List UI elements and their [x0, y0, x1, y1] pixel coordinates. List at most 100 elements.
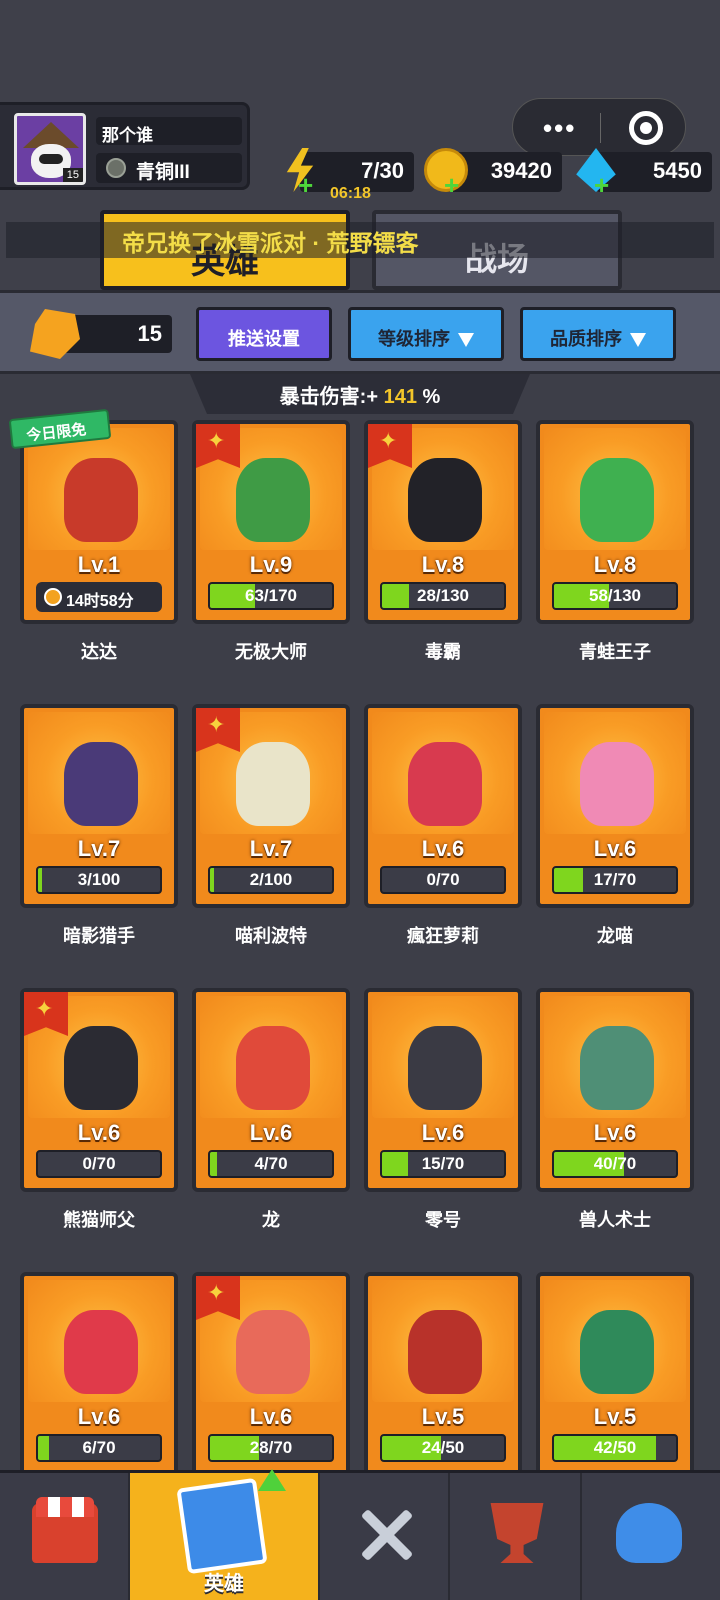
hero-progress-text: 58/130 [589, 586, 641, 605]
hero-card[interactable]: Lv.5 42/50 [536, 1272, 694, 1476]
hero-portrait [408, 458, 482, 542]
hero-level: Lv.7 [77, 836, 121, 861]
hero-card[interactable]: Lv.6 17/70 [536, 704, 694, 908]
player-level: 15 [62, 168, 83, 182]
add-gold-icon[interactable]: + [444, 172, 459, 198]
crit-damage-banner: 暴击伤害:+ 141 % [190, 374, 530, 414]
hero-level: Lv.5 [421, 1404, 465, 1429]
nav-hero[interactable]: 英雄 [130, 1469, 320, 1600]
upgrade-arrow-icon [258, 1469, 286, 1491]
hero-name: 零号 [425, 1210, 461, 1230]
hero-progress-text: 0/70 [426, 870, 460, 889]
add-energy-icon[interactable]: + [298, 172, 313, 198]
hero-portrait [580, 742, 654, 826]
hero-cards-icon [176, 1477, 268, 1575]
hero-progress-text: 2/100 [249, 870, 293, 889]
player-rank-label: 青铜III [136, 162, 190, 183]
hero-portrait [64, 458, 138, 542]
hero-card[interactable]: Lv.8 28/130 [364, 420, 522, 624]
hero-progress-text: 40/70 [593, 1154, 637, 1173]
hero-name: 龙喵 [597, 926, 633, 946]
hero-name: 兽人术士 [579, 1210, 651, 1230]
player-avatar[interactable]: 15 [14, 113, 86, 185]
hero-card[interactable]: Lv.6 6/70 [20, 1272, 178, 1476]
hero-portrait [236, 742, 310, 826]
hero-level: Lv.6 [77, 1404, 121, 1429]
hero-level: Lv.5 [593, 1404, 637, 1429]
trophy-icon [490, 1503, 544, 1563]
hero-level: Lv.6 [77, 1120, 121, 1145]
hero-progress-text: 0/70 [82, 1154, 116, 1173]
hero-card[interactable]: Lv.5 24/50 [364, 1272, 522, 1476]
hero-card[interactable]: Lv.9 63/170 [192, 420, 350, 624]
hero-portrait [64, 1310, 138, 1394]
hero-card[interactable]: Lv.6 15/70 [364, 988, 522, 1192]
gold-resource[interactable]: 39420 + [424, 148, 564, 198]
nav-shop[interactable] [0, 1473, 130, 1600]
hero-progress-text: 15/70 [421, 1154, 465, 1173]
hero-progress-bar: 2/100 [208, 866, 334, 894]
hero-card[interactable]: Lv.6 0/70 [20, 988, 178, 1192]
rank-badge-icon [106, 158, 126, 178]
hero-card[interactable]: Lv.7 3/100 [20, 704, 178, 908]
hero-progress-text: 4/70 [254, 1154, 288, 1173]
hero-level: Lv.6 [421, 1120, 465, 1145]
hero-progress-bar: 0/70 [36, 1150, 162, 1178]
quality-sort-button[interactable]: 品质排序 [520, 307, 676, 361]
dropdown-arrow-icon [630, 333, 646, 348]
hero-progress-bar: 0/70 [380, 866, 506, 894]
hero-level: Lv.6 [593, 1120, 637, 1145]
gem-resource[interactable]: 5450 + [574, 148, 714, 198]
hero-level: Lv.6 [249, 1120, 293, 1145]
hero-name: 喵利波特 [235, 926, 307, 946]
announcement-marquee: 帝兄换了冰雪派对 · 荒野镖客 [6, 222, 714, 258]
crit-value: 141 [383, 386, 417, 408]
nav-battle[interactable] [320, 1473, 450, 1600]
hero-card[interactable]: Lv.6 40/70 [536, 988, 694, 1192]
hero-portrait [408, 742, 482, 826]
add-gem-icon[interactable]: + [594, 172, 609, 198]
hero-name: 青蛙王子 [579, 642, 651, 662]
nav-friends[interactable] [584, 1473, 720, 1600]
hero-progress-text: 24/50 [421, 1438, 465, 1457]
free-timer: 14时58分 [36, 582, 162, 612]
hero-name: 达达 [81, 642, 117, 662]
nav-hero-label: 英雄 [204, 1573, 244, 1595]
hero-progress-text: 17/70 [593, 870, 637, 889]
hero-progress-bar: 15/70 [380, 1150, 506, 1178]
hero-portrait [64, 742, 138, 826]
close-miniprogram-icon[interactable] [629, 111, 663, 145]
hero-level: Lv.7 [249, 836, 293, 861]
hero-progress-bar: 40/70 [552, 1150, 678, 1178]
energy-timer: 06:18 [330, 185, 371, 202]
player-profile[interactable]: 15 那个谁 青铜III [0, 102, 250, 190]
hero-progress-bar: 6/70 [36, 1434, 162, 1462]
hero-progress-text: 28/130 [417, 586, 469, 605]
hero-level: Lv.8 [593, 552, 637, 577]
hero-progress-bar: 24/50 [380, 1434, 506, 1462]
hero-card[interactable]: Lv.6 4/70 [192, 988, 350, 1192]
hero-card[interactable]: Lv.7 2/100 [192, 704, 350, 908]
hero-card[interactable]: Lv.8 58/130 [536, 420, 694, 624]
level-sort-label: 等级排序 [378, 329, 450, 349]
hero-card[interactable]: Lv.6 0/70 [364, 704, 522, 908]
hero-level: Lv.6 [249, 1404, 293, 1429]
free-timer-text: 14时58分 [66, 593, 134, 610]
hero-card[interactable]: Lv.1 14时58分 [20, 420, 178, 624]
level-sort-button[interactable]: 等级排序 [348, 307, 504, 361]
quality-sort-label: 品质排序 [550, 329, 622, 349]
nav-ranking[interactable] [452, 1473, 582, 1600]
hero-card[interactable]: Lv.6 28/70 [192, 1272, 350, 1476]
hero-level: Lv.6 [421, 836, 465, 861]
hero-progress-bar: 58/130 [552, 582, 678, 610]
more-menu-icon[interactable]: ••• [543, 113, 576, 144]
hero-progress-bar: 28/130 [380, 582, 506, 610]
hero-progress-text: 28/70 [249, 1438, 293, 1457]
hero-portrait [408, 1026, 482, 1110]
hero-level: Lv.8 [421, 552, 465, 577]
hero-portrait [64, 1026, 138, 1110]
hero-portrait [236, 1026, 310, 1110]
hero-name: 暗影猎手 [63, 926, 135, 946]
friends-icon [616, 1503, 682, 1563]
push-settings-button[interactable]: 推送设置 [196, 307, 332, 361]
